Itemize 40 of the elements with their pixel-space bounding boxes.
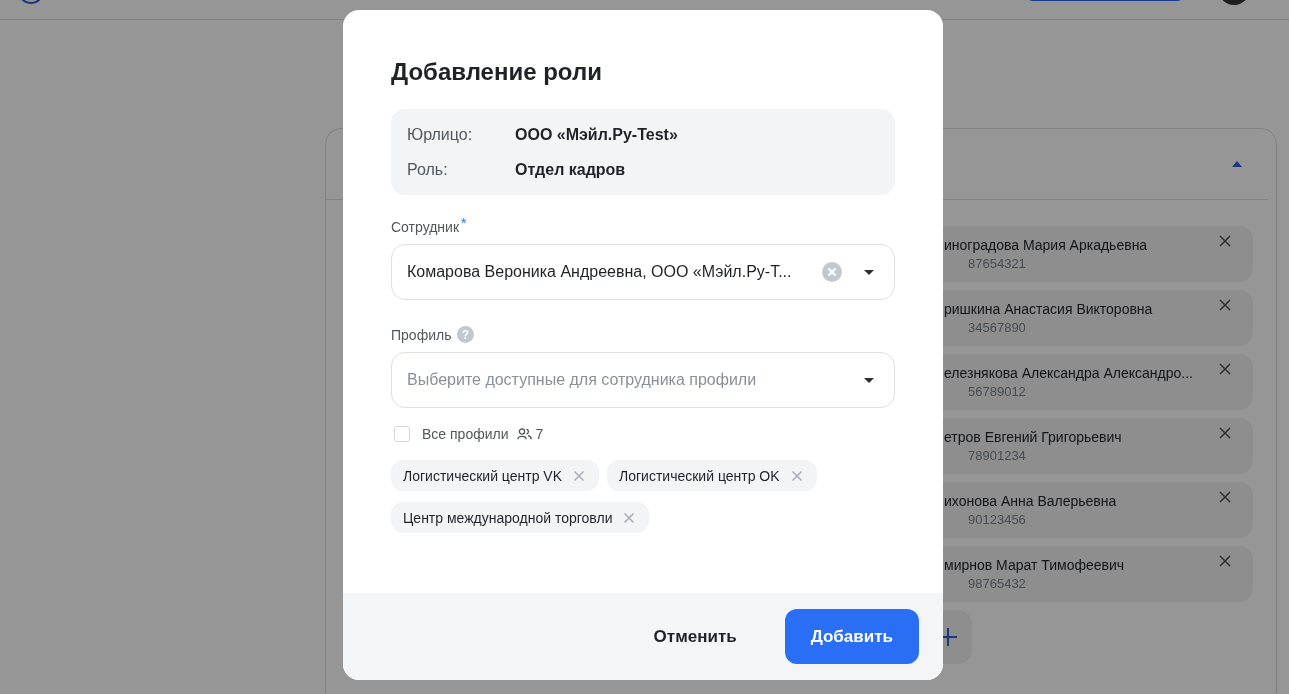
dropdown-caret-icon <box>864 377 874 383</box>
submit-button[interactable]: Добавить <box>784 609 919 664</box>
employee-id: 34567890 <box>967 320 1027 335</box>
close-icon[interactable] <box>1219 363 1231 375</box>
profile-count: 7 <box>535 426 544 442</box>
tag-label: Логистический центр OK <box>619 467 780 484</box>
employee-name: мирнов Марат Тимофеевич <box>944 557 1126 573</box>
employee-id: 78901234 <box>967 448 1027 463</box>
employee-name: ришкина Анастасия Викторовна <box>944 301 1154 317</box>
dropdown-caret-icon <box>864 269 874 275</box>
required-mark: * <box>461 215 467 231</box>
info-value: Отдел кадров <box>515 160 626 179</box>
profile-select[interactable]: Выберите доступные для сотрудника профили <box>391 352 895 408</box>
employee-name: иноградова Мария Аркадьевна <box>944 237 1149 253</box>
employee-id: 98765432 <box>967 576 1027 591</box>
tag-label: Логистический центр VK <box>403 467 562 484</box>
close-icon[interactable] <box>1219 235 1231 247</box>
dialog-title: Добавление роли <box>391 58 603 86</box>
employee-name: етров Евгений Григорьевич <box>944 429 1123 445</box>
employee-id: 90123456 <box>967 512 1027 527</box>
field-label: Профиль <box>391 326 452 343</box>
close-icon[interactable] <box>1219 299 1231 311</box>
people-icon <box>516 428 532 440</box>
cancel-button[interactable]: Отменить <box>653 626 737 647</box>
field-label: Сотрудник <box>391 219 459 235</box>
info-label: Роль: <box>407 160 449 179</box>
caret-up-icon[interactable] <box>1232 161 1242 167</box>
employee-id: 56789012 <box>967 384 1027 399</box>
employee-select[interactable]: Комарова Вероника Андреевна, ООО «Мэйл.Ру-Т... <box>391 244 895 300</box>
info-label: Юрлицо: <box>407 125 474 144</box>
info-value: ООО «Мэйл.Ру-Test» <box>515 125 678 144</box>
tag-label: Центр международной торговли <box>403 509 613 526</box>
employee-name: ихонова Анна Валерьевна <box>944 493 1118 509</box>
checkbox[interactable] <box>394 426 410 442</box>
close-icon[interactable] <box>1219 555 1231 567</box>
employee-id: 87654321 <box>967 256 1027 271</box>
employee-name: елезнякова Александра Александро... <box>944 365 1194 381</box>
close-icon[interactable] <box>1219 427 1231 439</box>
close-icon[interactable] <box>1219 491 1231 503</box>
checkbox-label: Все профили <box>422 426 509 442</box>
